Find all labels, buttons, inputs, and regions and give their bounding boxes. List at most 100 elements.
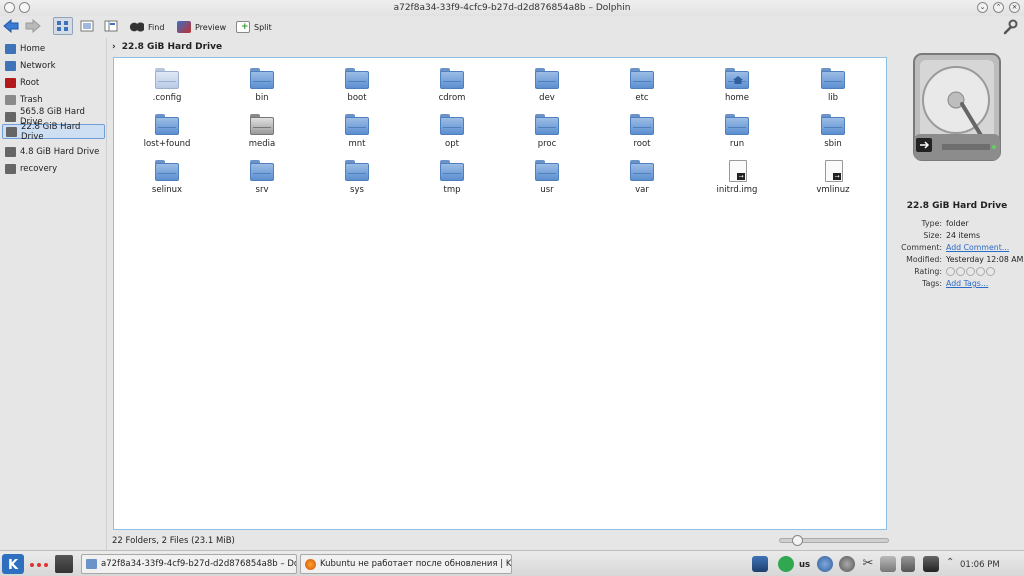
file-item[interactable]: → vmlinuz (798, 158, 868, 198)
star-icon[interactable] (966, 267, 975, 276)
icons-view-button[interactable] (53, 17, 73, 35)
add-comment-link[interactable]: Add Comment... (946, 243, 1009, 252)
places-item[interactable]: Root (2, 75, 105, 90)
update-check-icon[interactable] (778, 556, 794, 572)
file-item[interactable]: run (702, 112, 772, 152)
file-item[interactable]: mnt (322, 112, 392, 152)
symlink-file-icon: → (825, 160, 843, 182)
file-item[interactable]: lib (798, 66, 868, 106)
kickoff-menu-icon[interactable]: K (2, 554, 24, 574)
tray-expand-icon[interactable]: ⌃ (946, 557, 954, 568)
star-icon[interactable] (946, 267, 955, 276)
zoom-slider-handle[interactable] (792, 535, 803, 546)
places-item-label: Network (20, 60, 56, 71)
rating-stars[interactable] (946, 267, 996, 278)
keyboard-layout-indicator[interactable]: us (799, 560, 810, 570)
file-item[interactable]: srv (227, 158, 297, 198)
folder-icon (821, 68, 845, 90)
file-item[interactable]: dev (512, 66, 582, 106)
hard-drive-preview-icon (913, 53, 1001, 161)
task-firefox[interactable]: Kubuntu не работает после обновления | K… (300, 554, 512, 574)
breadcrumb-segment[interactable]: 22.8 GiB Hard Drive (122, 42, 222, 52)
title-bar[interactable]: a72f8a34-33f9-4cfc9-b27d-d2d876854a8b – … (0, 0, 1024, 16)
icons-view-icon (57, 21, 68, 31)
star-icon[interactable] (956, 267, 965, 276)
activity-dot-icon[interactable] (30, 563, 34, 567)
file-item[interactable]: root (607, 112, 677, 152)
file-item-label: .config (152, 93, 182, 103)
folder-icon (535, 114, 559, 136)
close-icon[interactable]: × (1009, 2, 1020, 13)
back-arrow-icon[interactable] (3, 19, 19, 33)
places-item-label: 22.8 GiB Hard Drive (21, 121, 81, 142)
wrench-icon[interactable] (1002, 19, 1018, 35)
file-item-label: initrd.img (716, 185, 758, 195)
columns-view-button[interactable] (101, 17, 121, 35)
task-dolphin[interactable]: a72f8a34-33f9-4cf9-b27d-d2d876854a8b – D… (81, 554, 297, 574)
breadcrumb-chevron-icon[interactable]: › (112, 42, 116, 52)
star-icon[interactable] (976, 267, 985, 276)
info-comment-row: Comment: Add Comment... (901, 243, 1010, 252)
activity-dot-icon[interactable] (44, 563, 48, 567)
minimize-icon[interactable]: ⌄ (977, 2, 988, 13)
breadcrumb[interactable]: › 22.8 GiB Hard Drive (112, 40, 222, 54)
file-item-label: boot (347, 93, 367, 103)
folder-icon (250, 68, 274, 90)
places-item-label: recovery (20, 163, 58, 174)
file-item[interactable]: usr (512, 158, 582, 198)
file-item[interactable]: proc (512, 112, 582, 152)
places-item[interactable]: Home (2, 41, 105, 56)
volume-icon[interactable] (901, 556, 915, 572)
places-item-label: 4.8 GiB Hard Drive (20, 146, 100, 157)
pager-icon[interactable] (55, 555, 73, 573)
star-icon[interactable] (986, 267, 995, 276)
places-item[interactable]: recovery (2, 161, 105, 176)
places-item[interactable]: 22.8 GiB Hard Drive (2, 121, 105, 142)
file-item[interactable]: etc (607, 66, 677, 106)
file-view[interactable]: .config bin boot cdrom dev etc home lib lost+fou… (113, 57, 887, 530)
file-item[interactable]: cdrom (417, 66, 487, 106)
file-item[interactable]: boot (322, 66, 392, 106)
file-item[interactable]: media (227, 112, 297, 152)
places-item[interactable]: Network (2, 58, 105, 73)
file-item[interactable]: tmp (417, 158, 487, 198)
file-item[interactable]: bin (227, 66, 297, 106)
places-item[interactable]: 4.8 GiB Hard Drive (2, 144, 105, 159)
activity-dot-icon[interactable] (37, 563, 41, 567)
settings-gear-icon[interactable] (839, 556, 855, 572)
file-item[interactable]: home (702, 66, 772, 106)
file-item[interactable]: .config (132, 66, 202, 106)
find-button[interactable]: Find (130, 18, 164, 36)
file-item[interactable]: opt (417, 112, 487, 152)
printer-icon[interactable] (880, 556, 896, 572)
file-item[interactable]: sys (322, 158, 392, 198)
file-item-label: tmp (443, 185, 461, 195)
details-view-button[interactable] (77, 17, 97, 35)
clock[interactable]: 01:06 PM (960, 560, 1000, 570)
file-item[interactable]: var (607, 158, 677, 198)
device-notifier-icon[interactable] (923, 556, 939, 572)
scissors-icon[interactable]: ✂ (860, 556, 876, 572)
file-item[interactable]: selinux (132, 158, 202, 198)
folder-icon (345, 160, 369, 182)
maximize-icon[interactable]: ⌃ (993, 2, 1004, 13)
places-item[interactable]: Trash (2, 92, 105, 107)
file-item[interactable]: → initrd.img (702, 158, 772, 198)
split-button[interactable]: + Split (236, 18, 272, 36)
folder-icon (250, 160, 274, 182)
add-tags-link[interactable]: Add Tags... (946, 279, 988, 288)
file-item-label: root (633, 139, 651, 149)
preview-button[interactable]: Preview (177, 18, 226, 36)
zoom-slider[interactable] (779, 535, 889, 546)
split-icon: + (236, 21, 250, 33)
info-tags-row: Tags: Add Tags... (922, 279, 989, 288)
file-item-label: media (248, 139, 276, 149)
file-item[interactable]: lost+found (132, 112, 202, 152)
display-tray-icon[interactable] (752, 556, 768, 572)
file-item-label: cdrom (438, 93, 466, 103)
network-globe-icon[interactable] (817, 556, 833, 572)
file-item-label: sbin (824, 139, 842, 149)
forward-arrow-icon[interactable] (25, 19, 41, 33)
file-item[interactable]: sbin (798, 112, 868, 152)
home-icon (5, 43, 16, 54)
